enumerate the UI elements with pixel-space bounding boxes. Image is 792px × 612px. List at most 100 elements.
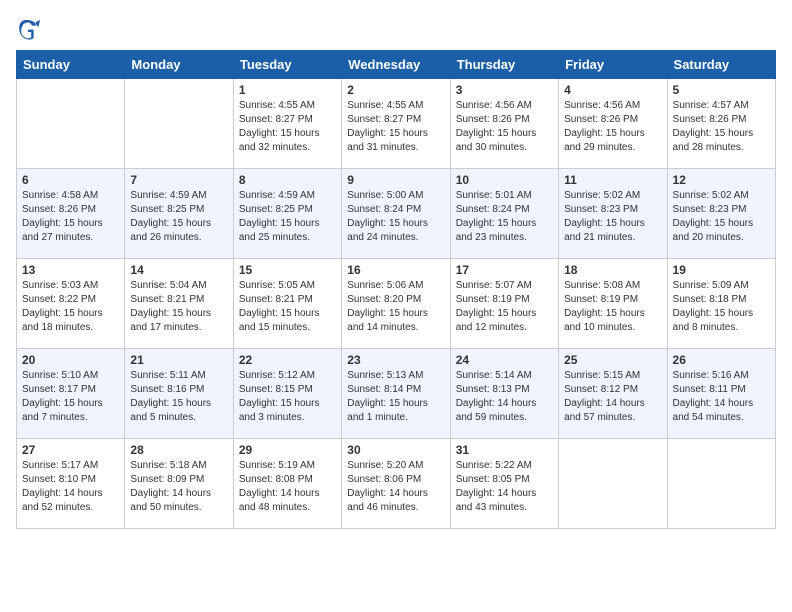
- day-info: Sunrise: 5:13 AMSunset: 8:14 PMDaylight:…: [347, 369, 444, 425]
- day-info: Sunrise: 5:02 AMSunset: 8:23 PMDaylight:…: [564, 189, 661, 245]
- day-info: Sunrise: 5:22 AMSunset: 8:05 PMDaylight:…: [456, 459, 553, 515]
- calendar-cell: 24 Sunrise: 5:14 AMSunset: 8:13 PMDayligh…: [450, 349, 558, 439]
- day-number: 27: [22, 443, 119, 457]
- calendar-week-row: 6 Sunrise: 4:58 AMSunset: 8:26 PMDaylight…: [17, 169, 776, 259]
- day-number: 15: [239, 263, 336, 277]
- day-info: Sunrise: 4:58 AMSunset: 8:26 PMDaylight:…: [22, 189, 119, 245]
- day-number: 20: [22, 353, 119, 367]
- day-info: Sunrise: 4:59 AMSunset: 8:25 PMDaylight:…: [130, 189, 227, 245]
- day-number: 29: [239, 443, 336, 457]
- calendar-cell: 3 Sunrise: 4:56 AMSunset: 8:26 PMDaylight…: [450, 79, 558, 169]
- calendar-cell: 10 Sunrise: 5:01 AMSunset: 8:24 PMDayligh…: [450, 169, 558, 259]
- day-info: Sunrise: 5:11 AMSunset: 8:16 PMDaylight:…: [130, 369, 227, 425]
- calendar-cell: 27Sunrise: 5:17 AMSunset: 8:10 PMDayligh…: [17, 439, 125, 529]
- calendar-cell: [17, 79, 125, 169]
- calendar-cell: 14 Sunrise: 5:04 AMSunset: 8:21 PMDayligh…: [125, 259, 233, 349]
- weekday-header-thursday: Thursday: [450, 51, 558, 79]
- calendar-cell: 11 Sunrise: 5:02 AMSunset: 8:23 PMDayligh…: [559, 169, 667, 259]
- calendar-week-row: 27Sunrise: 5:17 AMSunset: 8:10 PMDayligh…: [17, 439, 776, 529]
- weekday-header-friday: Friday: [559, 51, 667, 79]
- day-info: Sunrise: 5:06 AMSunset: 8:20 PMDaylight:…: [347, 279, 444, 335]
- calendar-cell: 30 Sunrise: 5:20 AMSunset: 8:06 PMDayligh…: [342, 439, 450, 529]
- day-number: 17: [456, 263, 553, 277]
- day-number: 6: [22, 173, 119, 187]
- day-info: Sunrise: 5:08 AMSunset: 8:19 PMDaylight:…: [564, 279, 661, 335]
- day-info: Sunrise: 5:02 AMSunset: 8:23 PMDaylight:…: [673, 189, 770, 245]
- calendar-cell: 29 Sunrise: 5:19 AMSunset: 8:08 PMDayligh…: [233, 439, 341, 529]
- weekday-header-monday: Monday: [125, 51, 233, 79]
- day-number: 31: [456, 443, 553, 457]
- day-info: Sunrise: 5:19 AMSunset: 8:08 PMDaylight:…: [239, 459, 336, 515]
- calendar-cell: 15Sunrise: 5:05 AMSunset: 8:21 PMDayligh…: [233, 259, 341, 349]
- day-info: Sunrise: 4:55 AMSunset: 8:27 PMDaylight:…: [347, 99, 444, 155]
- day-number: 23: [347, 353, 444, 367]
- day-number: 2: [347, 83, 444, 97]
- day-number: 10: [456, 173, 553, 187]
- day-info: Sunrise: 5:07 AMSunset: 8:19 PMDaylight:…: [456, 279, 553, 335]
- day-info: Sunrise: 4:56 AMSunset: 8:26 PMDaylight:…: [564, 99, 661, 155]
- day-info: Sunrise: 5:01 AMSunset: 8:24 PMDaylight:…: [456, 189, 553, 245]
- day-info: Sunrise: 5:16 AMSunset: 8:11 PMDaylight:…: [673, 369, 770, 425]
- day-info: Sunrise: 5:09 AMSunset: 8:18 PMDaylight:…: [673, 279, 770, 335]
- day-number: 5: [673, 83, 770, 97]
- day-number: 12: [673, 173, 770, 187]
- day-number: 26: [673, 353, 770, 367]
- calendar-cell: 13Sunrise: 5:03 AMSunset: 8:22 PMDayligh…: [17, 259, 125, 349]
- calendar-cell: 4 Sunrise: 4:56 AMSunset: 8:26 PMDaylight…: [559, 79, 667, 169]
- calendar-week-row: 20 Sunrise: 5:10 AMSunset: 8:17 PMDayligh…: [17, 349, 776, 439]
- calendar-body: 1Sunrise: 4:55 AMSunset: 8:27 PMDaylight…: [17, 79, 776, 529]
- calendar-cell: 26 Sunrise: 5:16 AMSunset: 8:11 PMDayligh…: [667, 349, 775, 439]
- day-number: 21: [130, 353, 227, 367]
- calendar-cell: [559, 439, 667, 529]
- day-number: 8: [239, 173, 336, 187]
- day-info: Sunrise: 5:15 AMSunset: 8:12 PMDaylight:…: [564, 369, 661, 425]
- calendar-cell: 21 Sunrise: 5:11 AMSunset: 8:16 PMDayligh…: [125, 349, 233, 439]
- day-info: Sunrise: 5:14 AMSunset: 8:13 PMDaylight:…: [456, 369, 553, 425]
- calendar-table: SundayMondayTuesdayWednesdayThursdayFrid…: [16, 50, 776, 529]
- calendar-cell: [125, 79, 233, 169]
- calendar-week-row: 13Sunrise: 5:03 AMSunset: 8:22 PMDayligh…: [17, 259, 776, 349]
- calendar-cell: 8 Sunrise: 4:59 AMSunset: 8:25 PMDaylight…: [233, 169, 341, 259]
- calendar-cell: 5 Sunrise: 4:57 AMSunset: 8:26 PMDaylight…: [667, 79, 775, 169]
- calendar-cell: 17 Sunrise: 5:07 AMSunset: 8:19 PMDayligh…: [450, 259, 558, 349]
- weekday-header-sunday: Sunday: [17, 51, 125, 79]
- day-info: Sunrise: 5:10 AMSunset: 8:17 PMDaylight:…: [22, 369, 119, 425]
- calendar-cell: 22Sunrise: 5:12 AMSunset: 8:15 PMDayligh…: [233, 349, 341, 439]
- day-number: 11: [564, 173, 661, 187]
- calendar-cell: [667, 439, 775, 529]
- day-number: 4: [564, 83, 661, 97]
- calendar-cell: 9 Sunrise: 5:00 AMSunset: 8:24 PMDaylight…: [342, 169, 450, 259]
- day-number: 28: [130, 443, 227, 457]
- day-number: 14: [130, 263, 227, 277]
- calendar-cell: 31 Sunrise: 5:22 AMSunset: 8:05 PMDayligh…: [450, 439, 558, 529]
- day-info: Sunrise: 5:20 AMSunset: 8:06 PMDaylight:…: [347, 459, 444, 515]
- calendar-cell: 12 Sunrise: 5:02 AMSunset: 8:23 PMDayligh…: [667, 169, 775, 259]
- calendar-cell: 20 Sunrise: 5:10 AMSunset: 8:17 PMDayligh…: [17, 349, 125, 439]
- day-number: 13: [22, 263, 119, 277]
- day-info: Sunrise: 4:59 AMSunset: 8:25 PMDaylight:…: [239, 189, 336, 245]
- calendar-cell: 7 Sunrise: 4:59 AMSunset: 8:25 PMDaylight…: [125, 169, 233, 259]
- day-info: Sunrise: 4:55 AMSunset: 8:27 PMDaylight:…: [239, 99, 336, 155]
- calendar-cell: 23 Sunrise: 5:13 AMSunset: 8:14 PMDayligh…: [342, 349, 450, 439]
- calendar-week-row: 1Sunrise: 4:55 AMSunset: 8:27 PMDaylight…: [17, 79, 776, 169]
- day-info: Sunrise: 5:00 AMSunset: 8:24 PMDaylight:…: [347, 189, 444, 245]
- day-info: Sunrise: 4:56 AMSunset: 8:26 PMDaylight:…: [456, 99, 553, 155]
- day-number: 24: [456, 353, 553, 367]
- calendar-cell: 2 Sunrise: 4:55 AMSunset: 8:27 PMDaylight…: [342, 79, 450, 169]
- calendar-cell: 6 Sunrise: 4:58 AMSunset: 8:26 PMDaylight…: [17, 169, 125, 259]
- day-number: 3: [456, 83, 553, 97]
- day-number: 9: [347, 173, 444, 187]
- calendar-header-row: SundayMondayTuesdayWednesdayThursdayFrid…: [17, 51, 776, 79]
- day-number: 7: [130, 173, 227, 187]
- logo-icon: [16, 16, 40, 40]
- weekday-header-tuesday: Tuesday: [233, 51, 341, 79]
- day-info: Sunrise: 4:57 AMSunset: 8:26 PMDaylight:…: [673, 99, 770, 155]
- calendar-cell: 28Sunrise: 5:18 AMSunset: 8:09 PMDayligh…: [125, 439, 233, 529]
- day-number: 30: [347, 443, 444, 457]
- day-number: 19: [673, 263, 770, 277]
- day-info: Sunrise: 5:04 AMSunset: 8:21 PMDaylight:…: [130, 279, 227, 335]
- calendar-cell: 1Sunrise: 4:55 AMSunset: 8:27 PMDaylight…: [233, 79, 341, 169]
- calendar-cell: 18Sunrise: 5:08 AMSunset: 8:19 PMDayligh…: [559, 259, 667, 349]
- day-number: 22: [239, 353, 336, 367]
- page-header: [16, 16, 776, 40]
